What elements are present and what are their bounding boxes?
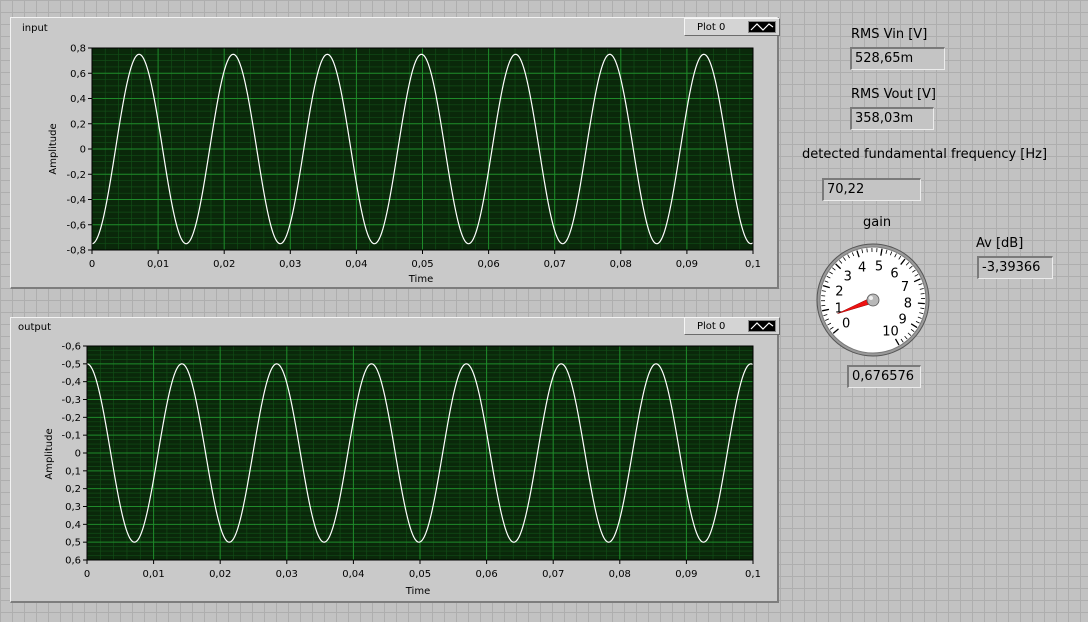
input-y-tick-label: 0,2 bbox=[70, 119, 86, 130]
input-y-tick-label: 0,6 bbox=[70, 69, 86, 80]
input-x-tick-label: 0,08 bbox=[610, 259, 632, 270]
rms-vin-label: RMS Vin [V] bbox=[851, 27, 928, 42]
input-y-tick-label: -0,8 bbox=[66, 246, 86, 257]
output-x-tick-label: 0,03 bbox=[276, 569, 298, 580]
input-x-tick-label: 0,02 bbox=[213, 259, 235, 270]
input-x-tick-label: 0,1 bbox=[745, 259, 761, 270]
gauge-hub bbox=[866, 293, 880, 307]
gauge-tick-label: 10 bbox=[882, 324, 899, 339]
gauge-tick-label: 3 bbox=[844, 270, 852, 285]
gauge-tick-label: 2 bbox=[835, 284, 843, 299]
input-x-tick-label: 0,03 bbox=[279, 259, 301, 270]
input-x-tick-label: 0,04 bbox=[345, 259, 367, 270]
output-x-tick-label: 0,05 bbox=[409, 569, 431, 580]
input-x-axis-label: Time bbox=[408, 274, 433, 285]
output-x-tick-label: 0,04 bbox=[342, 569, 364, 580]
gauge-tick-label: 8 bbox=[904, 296, 912, 311]
output-y-tick-label: 0,5 bbox=[65, 538, 81, 549]
output-y-tick-label: -0,6 bbox=[61, 342, 81, 353]
output-x-tick-label: 0,07 bbox=[542, 569, 564, 580]
input-y-tick-label: -0,4 bbox=[66, 195, 86, 206]
output-y-tick-label: -0,3 bbox=[61, 395, 81, 406]
input-chart: Amplitude Time 0 0,01 0,02 0,03 0,04 0,05 0,06… bbox=[48, 44, 761, 286]
input-y-tick-label: 0,4 bbox=[70, 94, 86, 105]
output-x-tick-label: 0,01 bbox=[142, 569, 164, 580]
output-y-tick-label: 0 bbox=[75, 449, 81, 460]
input-y-tick-label: -0,2 bbox=[66, 170, 86, 181]
output-y-tick-label: 0,3 bbox=[65, 502, 81, 513]
gauge-tick-label: 6 bbox=[890, 266, 898, 281]
output-y-tick-label: -0,2 bbox=[61, 413, 81, 424]
gauge-tick-label: 1 bbox=[835, 301, 843, 316]
gauge-tick-label: 9 bbox=[899, 313, 907, 328]
gauge-tick bbox=[920, 293, 925, 295]
output-chart: Amplitude Time 0 0,01 0,02 0,03 0,04 0,05 0,06… bbox=[44, 342, 761, 598]
input-x-tick-label: 0,07 bbox=[544, 259, 566, 270]
gauge-hub-highlight bbox=[869, 296, 873, 300]
output-y-tick-label: 0,1 bbox=[65, 466, 81, 477]
input-x-tick-label: 0,05 bbox=[411, 259, 433, 270]
input-x-tick-label: 0,06 bbox=[477, 259, 499, 270]
rms-vout-value: 358,03m bbox=[850, 107, 934, 130]
output-x-tick-label: 0,08 bbox=[609, 569, 631, 580]
av-label: Av [dB] bbox=[976, 236, 1024, 251]
input-y-tick-label: -0,6 bbox=[66, 220, 86, 231]
output-x-tick-label: 0,09 bbox=[675, 569, 697, 580]
output-x-tick-label: 0 bbox=[84, 569, 90, 580]
output-y-tick-label: -0,4 bbox=[61, 377, 81, 388]
output-x-tick-label: 0,06 bbox=[475, 569, 497, 580]
output-y-tick-label: 0,4 bbox=[65, 520, 81, 531]
gauge-tick-label: 5 bbox=[875, 260, 883, 275]
gauge-tick-label: 4 bbox=[858, 261, 866, 276]
gain-value: 0,676576 bbox=[847, 365, 921, 388]
av-value: -3,39366 bbox=[977, 256, 1053, 279]
rms-vin-value: 528,65m bbox=[850, 47, 945, 70]
output-x-tick-label: 0,02 bbox=[209, 569, 231, 580]
input-x-tick-label: 0,01 bbox=[147, 259, 169, 270]
input-x-tick-label: 0 bbox=[89, 259, 95, 270]
output-x-axis-label: Time bbox=[405, 586, 430, 597]
input-x-tick-label: 0,09 bbox=[676, 259, 698, 270]
output-y-tick-label: 0,6 bbox=[65, 556, 81, 567]
rms-vout-label: RMS Vout [V] bbox=[851, 87, 936, 102]
fundamental-frequency-value: 70,22 bbox=[822, 178, 921, 201]
input-y-axis-label: Amplitude bbox=[48, 123, 59, 174]
output-x-tick-label: 0,1 bbox=[745, 569, 761, 580]
output-y-tick-label: -0,1 bbox=[61, 431, 81, 442]
output-y-axis-label: Amplitude bbox=[44, 428, 55, 479]
gauge-tick-label: 7 bbox=[901, 280, 909, 295]
fundamental-frequency-label: detected fundamental frequency [Hz] bbox=[802, 147, 1048, 162]
gauge-tick-label: 0 bbox=[842, 316, 850, 331]
gain-label: gain bbox=[863, 215, 892, 230]
input-y-tick-label: 0 bbox=[80, 145, 86, 156]
output-y-tick-label: 0,2 bbox=[65, 484, 81, 495]
gain-gauge: 01 234 5 678 910 bbox=[816, 243, 930, 357]
input-y-tick-label: 0,8 bbox=[70, 44, 86, 55]
output-y-tick-label: -0,5 bbox=[61, 359, 81, 370]
